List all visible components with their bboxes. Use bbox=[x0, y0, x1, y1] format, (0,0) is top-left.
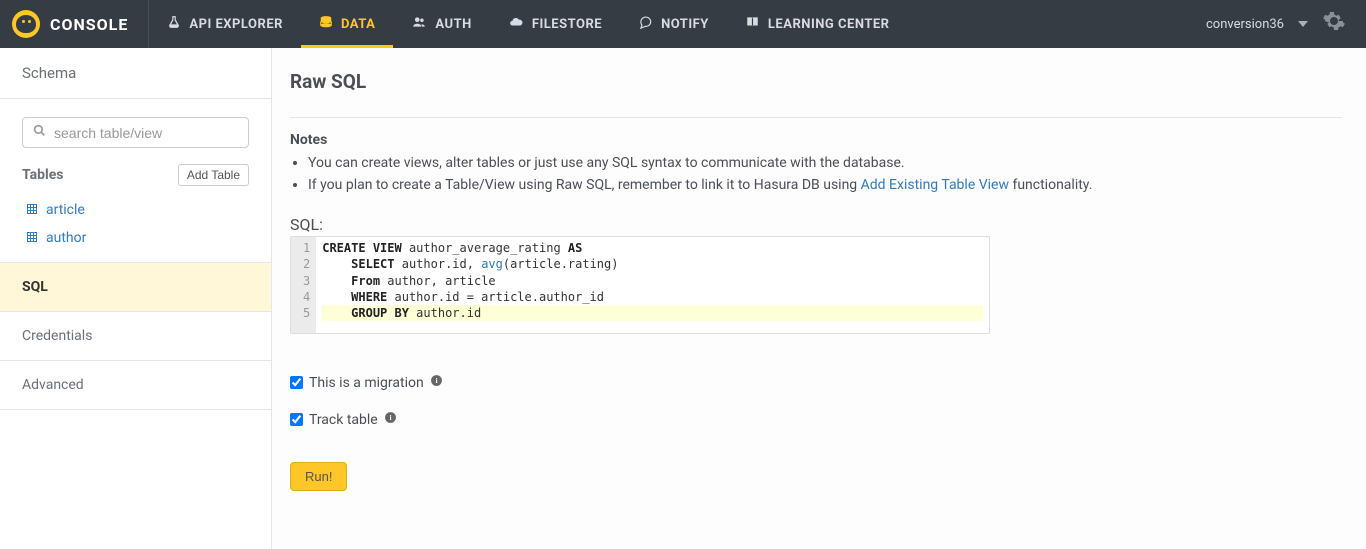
note-item: You can create views, alter tables or ju… bbox=[308, 154, 1342, 174]
search-input[interactable] bbox=[54, 125, 238, 141]
logo-icon bbox=[12, 10, 40, 38]
search-input-wrap[interactable] bbox=[22, 117, 249, 148]
tables-heading: Tables bbox=[22, 167, 63, 183]
sql-editor[interactable]: 1 2 3 4 5 CREATE VIEW author_average_rat… bbox=[290, 236, 990, 334]
chevron-down-icon[interactable] bbox=[1298, 21, 1308, 27]
sidebar-schema-heading[interactable]: Schema bbox=[0, 48, 271, 99]
book-icon bbox=[745, 15, 760, 33]
nav-label: AUTH bbox=[435, 17, 471, 32]
table-icon bbox=[26, 203, 38, 218]
nav-label: FILESTORE bbox=[532, 17, 602, 32]
info-icon[interactable]: i bbox=[430, 374, 443, 391]
brand-area[interactable]: CONSOLE bbox=[0, 0, 149, 48]
add-existing-table-link[interactable]: Add Existing Table View bbox=[861, 177, 1009, 193]
nav-items: API EXPLORER DATA AUTH FILESTORE NOTIFY bbox=[149, 0, 907, 48]
nav-auth[interactable]: AUTH bbox=[393, 0, 489, 48]
add-table-button[interactable]: Add Table bbox=[178, 164, 249, 186]
sql-label: SQL: bbox=[290, 215, 1342, 234]
svg-text:i: i bbox=[435, 376, 437, 385]
nav-label: LEARNING CENTER bbox=[768, 17, 890, 32]
code-line: SELECT author.id, avg(article.rating) bbox=[322, 256, 983, 272]
main-content: Raw SQL Notes You can create views, alte… bbox=[272, 48, 1366, 549]
line-gutter: 1 2 3 4 5 bbox=[291, 237, 316, 333]
gear-icon[interactable] bbox=[1322, 9, 1346, 39]
project-name[interactable]: conversion36 bbox=[1206, 17, 1284, 32]
search-icon bbox=[33, 124, 46, 141]
nav-api-explorer[interactable]: API EXPLORER bbox=[149, 0, 301, 48]
nav-label: NOTIFY bbox=[661, 17, 709, 32]
code-lines[interactable]: CREATE VIEW author_average_rating AS SEL… bbox=[316, 237, 989, 333]
nav-filestore[interactable]: FILESTORE bbox=[490, 0, 620, 48]
table-link-article[interactable]: article bbox=[22, 196, 249, 224]
svg-text:i: i bbox=[389, 413, 391, 422]
line-number: 2 bbox=[303, 256, 310, 272]
line-number: 1 bbox=[303, 240, 310, 256]
table-icon bbox=[26, 231, 38, 246]
nav-label: API EXPLORER bbox=[189, 17, 283, 32]
top-navbar: CONSOLE API EXPLORER DATA AUTH FILESTORE bbox=[0, 0, 1366, 48]
code-line: WHERE author.id = article.author_id bbox=[322, 289, 983, 305]
sidebar-link-credentials[interactable]: Credentials bbox=[0, 312, 271, 361]
users-icon bbox=[411, 15, 427, 33]
nav-notify[interactable]: NOTIFY bbox=[620, 0, 727, 48]
migration-checkbox[interactable] bbox=[290, 376, 303, 389]
table-list: article author bbox=[22, 196, 249, 252]
code-line: From author, article bbox=[322, 273, 983, 289]
cloud-icon bbox=[508, 15, 524, 33]
tables-heading-row: Tables Add Table bbox=[22, 164, 249, 186]
table-link-author[interactable]: author bbox=[22, 224, 249, 252]
sidebar-link-sql[interactable]: SQL bbox=[0, 263, 271, 312]
code-line: GROUP BY author.id bbox=[322, 305, 983, 321]
flask-icon bbox=[167, 15, 181, 33]
sidebar: Schema Tables Add Table article bbox=[0, 48, 272, 549]
nav-learning-center[interactable]: LEARNING CENTER bbox=[727, 0, 908, 48]
track-label: Track table bbox=[309, 412, 378, 428]
line-number: 4 bbox=[303, 289, 310, 305]
sidebar-link-advanced[interactable]: Advanced bbox=[0, 361, 271, 410]
sidebar-tables-section: Tables Add Table article author bbox=[0, 99, 271, 263]
code-line: CREATE VIEW author_average_rating AS bbox=[322, 240, 983, 256]
note-text: If you plan to create a Table/View using… bbox=[308, 177, 861, 193]
table-name: author bbox=[46, 230, 86, 246]
track-checkbox-row[interactable]: Track table i bbox=[290, 411, 1342, 428]
info-icon[interactable]: i bbox=[384, 411, 397, 428]
nav-label: DATA bbox=[341, 17, 375, 32]
track-checkbox[interactable] bbox=[290, 413, 303, 426]
table-name: article bbox=[46, 202, 85, 218]
migration-label: This is a migration bbox=[309, 375, 424, 391]
notes-heading: Notes bbox=[290, 132, 1342, 148]
line-number: 5 bbox=[303, 305, 310, 321]
database-icon bbox=[319, 15, 333, 33]
line-number: 3 bbox=[303, 273, 310, 289]
note-item: If you plan to create a Table/View using… bbox=[308, 176, 1342, 196]
page-title: Raw SQL bbox=[290, 70, 1342, 93]
chat-icon bbox=[638, 15, 653, 33]
migration-checkbox-row[interactable]: This is a migration i bbox=[290, 374, 1342, 391]
brand-text: CONSOLE bbox=[50, 15, 128, 34]
topbar-right: conversion36 bbox=[1206, 9, 1366, 39]
notes-list: You can create views, alter tables or ju… bbox=[308, 154, 1342, 195]
nav-data[interactable]: DATA bbox=[301, 0, 393, 48]
divider bbox=[290, 117, 1342, 118]
run-button[interactable]: Run! bbox=[290, 462, 347, 491]
note-text: functionality. bbox=[1009, 177, 1092, 193]
